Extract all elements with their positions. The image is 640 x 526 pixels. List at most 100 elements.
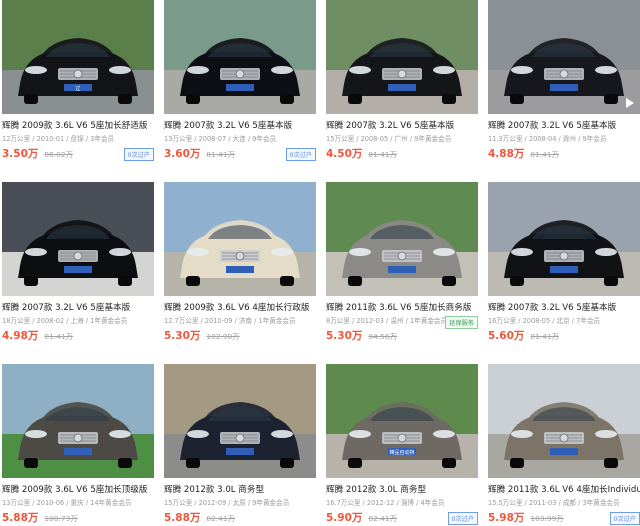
- price-row: 4.88万 81.41万: [488, 146, 640, 162]
- car-photo: [488, 364, 640, 478]
- listing-price: 5.98万: [488, 512, 525, 524]
- listing-title[interactable]: 辉腾 2007款 3.2L V6 5座基本版: [2, 302, 154, 314]
- price-row: 5.88万 82.41万: [164, 510, 316, 526]
- listing-card[interactable]: 辉腾 2007款 3.2L V6 5座基本版 16万公里 / 2008-05 / …: [488, 182, 640, 344]
- original-price: 81.41万: [44, 332, 73, 341]
- listing-thumbnail[interactable]: [164, 0, 316, 114]
- listing-meta: 12.7万公里 / 2010-09 / 济南 / 1年黄金会员: [164, 317, 296, 325]
- listing-title[interactable]: 辉腾 2009款 3.6L V6 4座加长行政版: [164, 302, 316, 314]
- listing-card[interactable]: 辉腾 2009款 3.6L V6 4座加长行政版 12.7万公里 / 2010-0…: [164, 182, 316, 344]
- car-photo: [326, 0, 478, 114]
- original-price: 81.41万: [206, 150, 235, 159]
- listing-meta: 15万公里 / 2012-09 / 太原 / 9年黄金会员: [164, 499, 290, 507]
- price-row: 3.60万 81.41万 0次过户: [164, 146, 316, 162]
- listing-card[interactable]: 辉腾 2011款 3.6L V6 5座加长商务版 8万公里 / 2012-03 /…: [326, 182, 478, 344]
- price-row: 5.98万 103.99万 0次过户: [488, 510, 640, 526]
- original-price: 81.41万: [530, 150, 559, 159]
- listing-card[interactable]: 精品自动挡 辉腾 2012款 3.0L 商务型 16.7万公里 / 2012-12 …: [326, 364, 478, 526]
- listing-thumbnail[interactable]: [326, 0, 478, 114]
- price-row: 5.88万 100.73万: [2, 510, 154, 526]
- listing-card[interactable]: 辉腾 2007款 3.2L V6 5座基本版 18万公里 / 2008-02 / …: [2, 182, 154, 344]
- car-photo: [488, 182, 640, 296]
- listing-card[interactable]: 辉腾 2007款 3.2L V6 5座基本版 13万公里 / 2008-07 / …: [164, 0, 316, 162]
- listing-price: 5.30万: [326, 330, 363, 342]
- play-icon[interactable]: [626, 98, 634, 108]
- listing-thumbnail[interactable]: [488, 0, 640, 114]
- listing-thumbnail[interactable]: [326, 182, 478, 296]
- price-row: 5.90万 82.41万 0次过户: [326, 510, 478, 526]
- price-row: 5.60万 81.41万: [488, 328, 640, 344]
- listing-thumbnail[interactable]: [488, 364, 640, 478]
- listing-meta: 13万公里 / 2008-07 / 大连 / 9年会员: [164, 135, 277, 143]
- price-row: 5.30万 84.56万 延保服务: [326, 316, 478, 344]
- plate-text: 精品自动挡: [389, 449, 414, 456]
- car-photo: [2, 182, 154, 296]
- listing-card[interactable]: 辉腾 2011款 3.6L V6 4座加长Individual版 15.5万公里 …: [488, 364, 640, 526]
- listing-grid: 辽辉腾 2009款 3.6L V6 5座加长舒适版 12万公里 / 2010-01…: [0, 0, 640, 526]
- listing-meta: 16万公里 / 2008-05 / 北京 / 7年会员: [488, 317, 601, 325]
- price-row: 5.30万 102.90万: [164, 328, 316, 344]
- transfer-badge: 0次过户: [447, 512, 478, 525]
- car-photo: [164, 364, 316, 478]
- listing-meta: 15万公里 / 2008-05 / 广州 / 9年黄金会员: [326, 135, 452, 143]
- price-row: 4.98万 81.41万: [2, 328, 154, 344]
- listing-title[interactable]: 辉腾 2012款 3.0L 商务型: [164, 484, 316, 496]
- car-photo: 辽: [2, 0, 154, 114]
- listing-meta: 18万公里 / 2008-02 / 上海 / 1年黄金会员: [2, 317, 128, 325]
- listing-title[interactable]: 辉腾 2009款 3.6L V6 5座加长顶级版: [2, 484, 154, 496]
- listing-title[interactable]: 辉腾 2011款 3.6L V6 5座加长商务版: [326, 302, 478, 314]
- car-photo: [164, 182, 316, 296]
- listing-thumbnail[interactable]: 辽: [2, 0, 154, 114]
- car-photo: [326, 182, 478, 296]
- listing-title[interactable]: 辉腾 2007款 3.2L V6 5座基本版: [164, 120, 316, 132]
- listing-meta: 11.3万公里 / 2008-04 / 滁州 / 9年会员: [488, 135, 607, 143]
- car-photo: [164, 0, 316, 114]
- original-price: 100.73万: [44, 514, 78, 523]
- listing-price: 5.90万: [326, 512, 363, 524]
- plate-text: 辽: [75, 85, 80, 92]
- listing-card[interactable]: 辉腾 2007款 3.2L V6 5座基本版 15万公里 / 2008-05 / …: [326, 0, 478, 162]
- original-price: 81.41万: [368, 150, 397, 159]
- listing-price: 5.30万: [164, 330, 201, 342]
- car-photo: [2, 364, 154, 478]
- price-row: 3.50万 86.02万 0次过户: [2, 146, 154, 162]
- listing-card[interactable]: 辉腾 2007款 3.2L V6 5座基本版 11.3万公里 / 2008-04 …: [488, 0, 640, 162]
- original-price: 84.56万: [368, 332, 397, 341]
- listing-title[interactable]: 辉腾 2007款 3.2L V6 5座基本版: [488, 302, 640, 314]
- original-price: 82.41万: [206, 514, 235, 523]
- original-price: 86.02万: [44, 150, 73, 159]
- transfer-badge: 0次过户: [285, 148, 316, 161]
- listing-title[interactable]: 辉腾 2011款 3.6L V6 4座加长Individual版: [488, 484, 640, 496]
- listing-title[interactable]: 辉腾 2007款 3.2L V6 5座基本版: [326, 120, 478, 132]
- listing-meta: 13万公里 / 2010-06 / 重庆 / 14年黄金会员: [2, 499, 132, 507]
- original-price: 102.90万: [206, 332, 240, 341]
- listing-title[interactable]: 辉腾 2007款 3.2L V6 5座基本版: [488, 120, 640, 132]
- listing-thumbnail[interactable]: [2, 364, 154, 478]
- listing-thumbnail[interactable]: 精品自动挡: [326, 364, 478, 478]
- listing-price: 4.88万: [488, 148, 525, 160]
- transfer-badge: 0次过户: [123, 148, 154, 161]
- listing-price: 4.50万: [326, 148, 363, 160]
- original-price: 82.41万: [368, 514, 397, 523]
- price-row: 4.50万 81.41万: [326, 146, 478, 162]
- listing-price: 5.60万: [488, 330, 525, 342]
- listing-price: 3.50万: [2, 148, 39, 160]
- warranty-badge: 延保服务: [445, 316, 478, 329]
- listing-price: 4.98万: [2, 330, 39, 342]
- listing-thumbnail[interactable]: [2, 182, 154, 296]
- listing-card[interactable]: 辉腾 2012款 3.0L 商务型 15万公里 / 2012-09 / 太原 / …: [164, 364, 316, 526]
- listing-price: 3.60万: [164, 148, 201, 160]
- listing-thumbnail[interactable]: [164, 364, 316, 478]
- listing-title[interactable]: 辉腾 2012款 3.0L 商务型: [326, 484, 478, 496]
- original-price: 103.99万: [530, 514, 564, 523]
- listing-card[interactable]: 辉腾 2009款 3.6L V6 5座加长顶级版 13万公里 / 2010-06 …: [2, 364, 154, 526]
- listing-thumbnail[interactable]: [164, 182, 316, 296]
- listing-meta: 15.5万公里 / 2011-03 / 成都 / 3年黄金会员: [488, 499, 620, 507]
- transfer-badge: 0次过户: [609, 512, 640, 525]
- listing-thumbnail[interactable]: [488, 182, 640, 296]
- listing-price: 5.88万: [164, 512, 201, 524]
- listing-price: 5.88万: [2, 512, 39, 524]
- listing-title[interactable]: 辉腾 2009款 3.6L V6 5座加长舒适版: [2, 120, 154, 132]
- listing-card[interactable]: 辽辉腾 2009款 3.6L V6 5座加长舒适版 12万公里 / 2010-01…: [2, 0, 154, 162]
- original-price: 81.41万: [530, 332, 559, 341]
